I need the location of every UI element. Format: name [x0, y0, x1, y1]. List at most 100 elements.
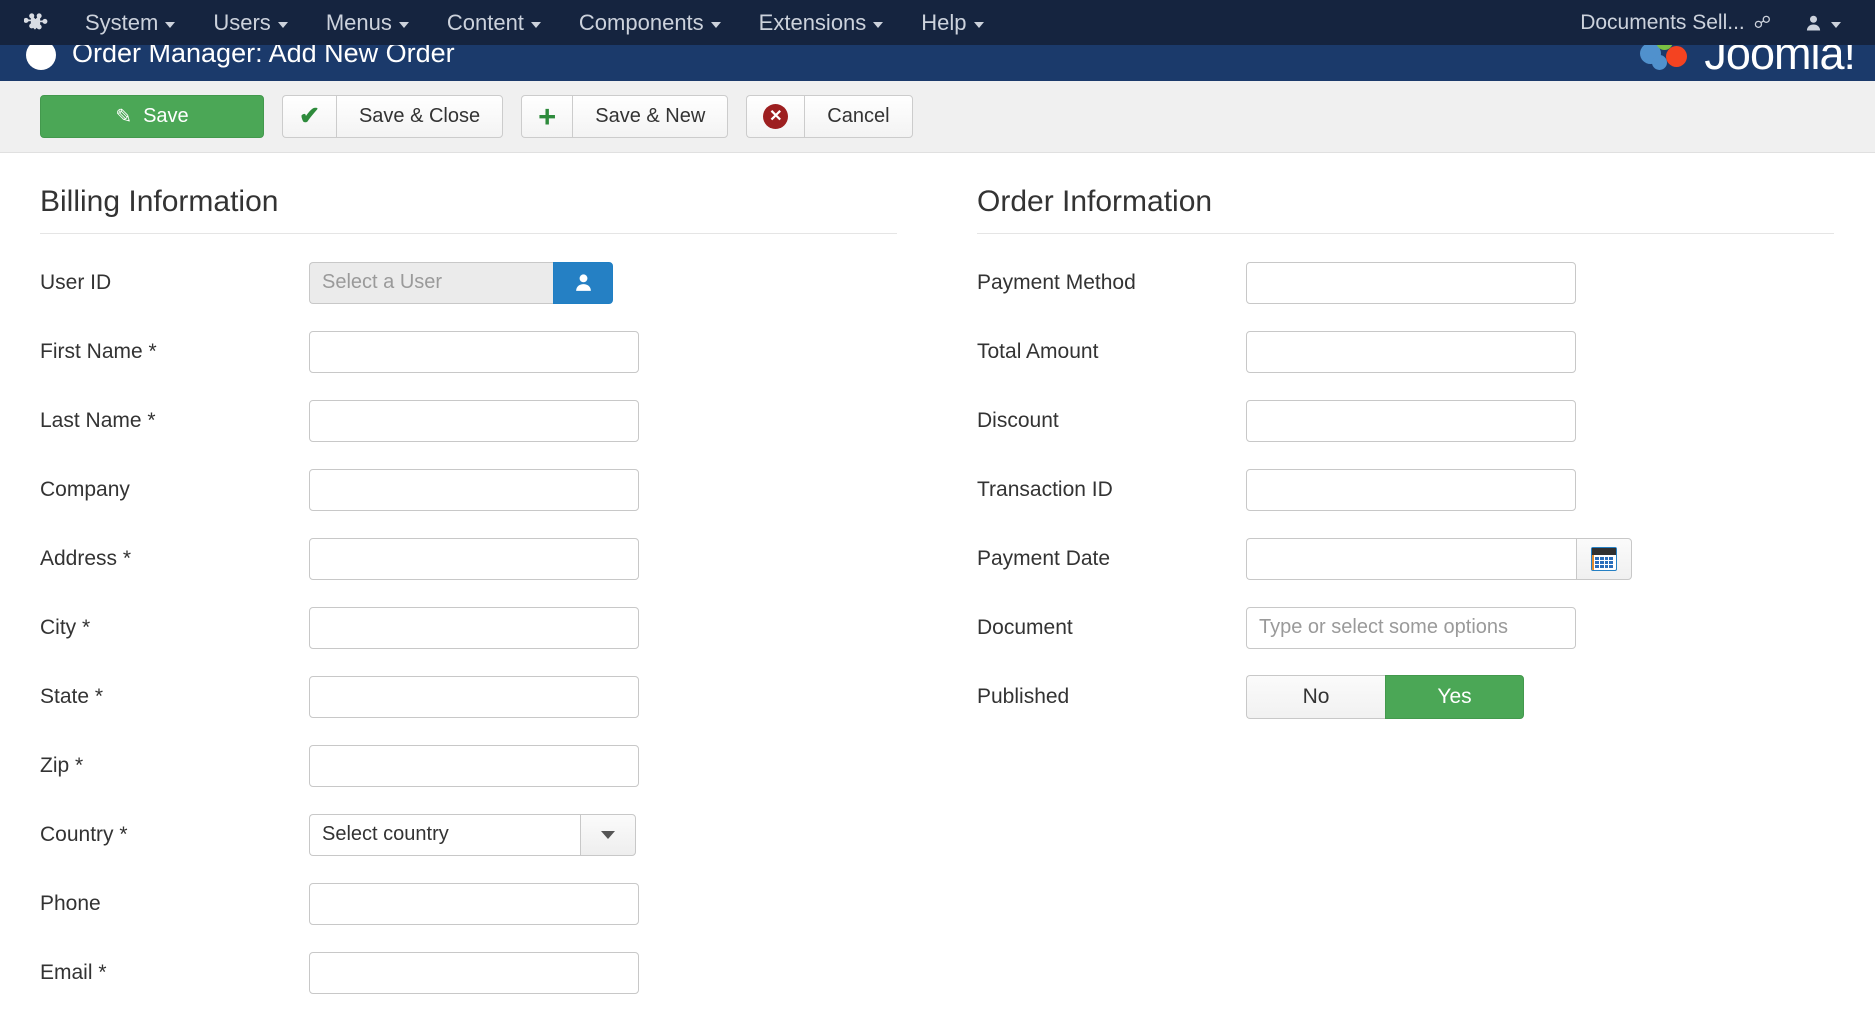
label-zip: Zip *	[40, 753, 84, 777]
chevron-down-icon	[1831, 21, 1841, 28]
field-row-first-name: First Name *	[40, 317, 897, 386]
field-row-address: Address *	[40, 524, 897, 593]
navbar-right-group: Documents Sell... ☍	[1570, 5, 1875, 41]
nav-menu-components[interactable]: Components	[560, 4, 740, 42]
label-country: Country *	[40, 822, 128, 846]
select-user-button[interactable]	[553, 261, 613, 304]
nav-menu-system[interactable]: System	[66, 4, 194, 42]
published-option-yes[interactable]: Yes	[1385, 674, 1524, 719]
calendar-icon	[1591, 546, 1617, 571]
nav-menu-content-label: Content	[446, 9, 524, 35]
save-close-button-label: Save & Close	[335, 95, 504, 138]
chevron-down-icon	[873, 21, 884, 28]
label-phone: Phone	[40, 891, 101, 915]
label-total-amount: Total Amount	[977, 339, 1099, 363]
save-new-button-label: Save & New	[572, 95, 729, 138]
chevron-down-icon	[710, 21, 721, 28]
field-row-published: Published No Yes	[977, 662, 1834, 731]
payment-date-input[interactable]	[1246, 537, 1576, 580]
save-close-button[interactable]: ✔ Save & Close	[282, 95, 504, 138]
chevron-down-icon	[601, 830, 615, 839]
field-row-payment-date: Payment Date	[977, 524, 1834, 593]
calendar-picker-button[interactable]	[1576, 537, 1632, 580]
company-input[interactable]	[309, 468, 639, 511]
field-row-document: Document	[977, 593, 1834, 662]
field-row-zip: Zip *	[40, 731, 897, 800]
field-row-email: Email *	[40, 938, 897, 1007]
nav-menu-content[interactable]: Content	[428, 4, 560, 42]
label-transaction-id: Transaction ID	[977, 477, 1113, 501]
cancel-button[interactable]: ✕ Cancel	[746, 95, 913, 138]
label-city: City *	[40, 615, 91, 639]
nav-menu-system-label: System	[85, 9, 159, 35]
field-row-country: Country *	[40, 800, 897, 869]
user-id-input[interactable]	[309, 261, 553, 304]
admin-navbar: System Users Menus Content Components Ex…	[0, 0, 1875, 45]
discount-input[interactable]	[1246, 399, 1576, 442]
nav-menu-users[interactable]: Users	[194, 4, 306, 42]
last-name-input[interactable]	[309, 399, 639, 442]
label-user-id: User ID	[40, 270, 112, 294]
field-row-discount: Discount	[977, 386, 1834, 455]
chevron-down-icon	[398, 21, 409, 28]
country-select-input[interactable]	[309, 813, 580, 856]
label-last-name: Last Name *	[40, 408, 156, 432]
country-dropdown-button[interactable]	[580, 813, 636, 856]
label-payment-date: Payment Date	[977, 546, 1111, 570]
cancel-circle-icon: ✕	[746, 95, 805, 138]
field-row-state: State *	[40, 662, 897, 731]
chevron-down-icon	[530, 21, 541, 28]
state-input[interactable]	[309, 675, 639, 718]
field-row-phone: Phone	[40, 869, 897, 938]
label-email: Email *	[40, 960, 107, 984]
nav-menu-menus[interactable]: Menus	[307, 4, 428, 42]
site-preview-link[interactable]: Documents Sell... ☍	[1570, 5, 1781, 41]
nav-menu-extensions[interactable]: Extensions	[740, 4, 903, 42]
first-name-input[interactable]	[309, 330, 639, 373]
phone-input[interactable]	[309, 882, 639, 925]
city-input[interactable]	[309, 606, 639, 649]
user-icon	[575, 274, 591, 291]
field-row-transaction-id: Transaction ID	[977, 455, 1834, 524]
label-document: Document	[977, 615, 1073, 639]
nav-menu-menus-label: Menus	[325, 9, 392, 35]
user-account-menu[interactable]	[1787, 8, 1855, 38]
site-name-label: Documents Sell...	[1580, 10, 1745, 34]
navbar-menu-list: System Users Menus Content Components Ex…	[66, 4, 1003, 42]
order-section-title: Order Information	[977, 185, 1834, 234]
external-link-icon: ☍	[1753, 12, 1771, 32]
label-first-name: First Name *	[40, 339, 157, 363]
editor-toolbar: ✎ Save ✔ Save & Close + Save & New ✕ Can…	[0, 81, 1875, 153]
order-information-panel: Order Information Payment Method Total A…	[937, 185, 1874, 1007]
order-form: Billing Information User ID First Name *	[0, 153, 1875, 1026]
email-input[interactable]	[309, 951, 639, 994]
nav-menu-help[interactable]: Help	[902, 4, 1002, 42]
address-input[interactable]	[309, 537, 639, 580]
nav-menu-users-label: Users	[213, 9, 271, 35]
field-row-payment-method: Payment Method	[977, 248, 1834, 317]
save-button-label: Save	[143, 105, 189, 127]
chevron-down-icon	[165, 21, 176, 28]
field-row-total-amount: Total Amount	[977, 317, 1834, 386]
label-address: Address *	[40, 546, 132, 570]
label-discount: Discount	[977, 408, 1059, 432]
field-row-last-name: Last Name *	[40, 386, 897, 455]
field-row-company: Company	[40, 455, 897, 524]
billing-information-panel: Billing Information User ID First Name *	[0, 185, 937, 1007]
save-button[interactable]: ✎ Save	[40, 95, 264, 138]
transaction-id-input[interactable]	[1246, 468, 1576, 511]
joomla-logo-icon[interactable]	[22, 8, 52, 38]
plus-icon: +	[521, 95, 573, 138]
zip-input[interactable]	[309, 744, 639, 787]
document-tags-input[interactable]	[1246, 606, 1576, 649]
label-published: Published	[977, 684, 1070, 708]
published-option-no[interactable]: No	[1246, 674, 1385, 719]
field-row-user-id: User ID	[40, 248, 897, 317]
total-amount-input[interactable]	[1246, 330, 1576, 373]
user-icon	[1806, 15, 1821, 30]
nav-menu-extensions-label: Extensions	[758, 9, 867, 35]
payment-method-input[interactable]	[1246, 261, 1576, 304]
label-payment-method: Payment Method	[977, 270, 1136, 294]
cancel-button-label: Cancel	[804, 95, 913, 138]
save-new-button[interactable]: + Save & New	[521, 95, 729, 138]
